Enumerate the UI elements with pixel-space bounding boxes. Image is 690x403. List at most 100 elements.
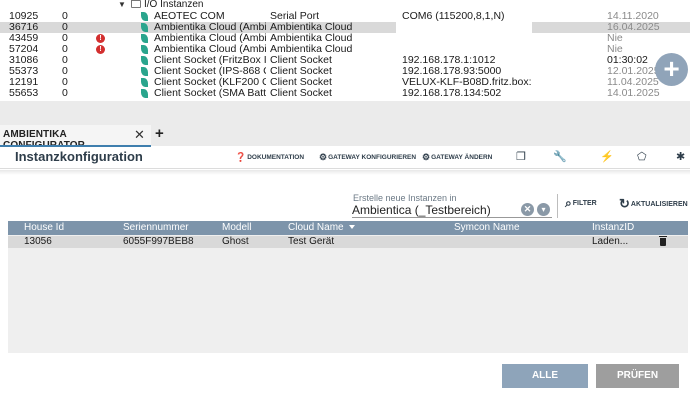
column-header-serial[interactable]: Seriennummer	[123, 222, 189, 233]
gateway-change-label: GATEWAY ÄNDERN	[431, 154, 493, 161]
tab-bar: AMBIENTIKA CONFIGURATOR ✕ +	[0, 101, 690, 151]
object-count: 0	[62, 55, 68, 66]
instance-icon	[141, 89, 148, 98]
tag-icon[interactable]: ⬠	[637, 150, 647, 163]
object-name: Ambientika Cloud (Ambie...	[154, 22, 266, 33]
tree-row[interactable]: 57204 0 Ambientika Cloud (Ambie... Ambienti…	[0, 44, 690, 55]
filter-button[interactable]: ⌕FILTER	[565, 196, 597, 211]
sort-desc-icon	[348, 225, 355, 229]
lightning-icon[interactable]: ⚡	[600, 150, 614, 163]
instance-icon	[141, 34, 148, 43]
object-id: 57204	[9, 44, 39, 55]
tree-row[interactable]: 12191 0 Client Socket (KLF200 Ga... Client …	[0, 77, 690, 88]
object-type: Ambientika Cloud	[270, 22, 353, 33]
page-header: Instanzkonfiguration ❓DOKUMENTATION ⚙GAT…	[0, 147, 690, 169]
object-name: Ambientika Cloud (Ambie...	[154, 33, 266, 44]
object-type: Serial Port	[270, 11, 320, 22]
object-last-update: Nie	[607, 33, 623, 44]
object-last-update: 14.01.2025	[607, 88, 660, 99]
refresh-button[interactable]: ↻AKTUALISIEREN	[619, 196, 688, 212]
check-button[interactable]: PRÜFEN	[596, 364, 679, 388]
divider	[557, 194, 558, 218]
table-row[interactable]: 13056 6055F997BEB8 Ghost Test Gerät Lade…	[8, 236, 688, 248]
tree-row[interactable]: 43459 0 Ambientika Cloud (Ambie... Ambienti…	[0, 33, 690, 44]
object-type: Client Socket	[270, 77, 332, 88]
bug-icon[interactable]: ✱	[676, 150, 685, 163]
search-icon: ⌕	[565, 196, 572, 210]
object-type: Ambientika Cloud	[270, 44, 353, 55]
table-header: House Id Seriennummer Modell Cloud Name …	[8, 221, 688, 235]
object-count: 0	[62, 77, 68, 88]
object-last-update: Nie	[607, 44, 623, 55]
object-config: 192.168.178.1:1012	[402, 55, 496, 66]
tree-folder-io-instances[interactable]: ▼ I/O Instanzen	[0, 0, 690, 10]
gear-icon: ⚙	[319, 152, 328, 162]
tree-row[interactable]: 31086 0 Client Socket (FritzBox IO... Clien…	[0, 55, 690, 66]
gateway-change-button[interactable]: ⚙GATEWAY ÄNDERN	[422, 152, 492, 163]
select-category-icon[interactable]: ▾	[537, 203, 550, 216]
folder-label: I/O Instanzen	[144, 0, 204, 10]
folder-icon	[131, 0, 141, 8]
tree-row[interactable]: 36716 0 Ambientika Cloud (Ambie... Ambienti…	[0, 22, 690, 33]
error-icon: !	[96, 45, 105, 54]
object-id: 55373	[9, 66, 39, 77]
column-header-house-id[interactable]: House Id	[24, 222, 64, 233]
instance-icon	[141, 23, 148, 32]
instance-icon	[141, 78, 148, 87]
object-last-update: 16.04.2025	[607, 22, 660, 33]
page-title: Instanzkonfiguration	[15, 149, 143, 164]
cell-model: Ghost	[222, 236, 249, 247]
add-tab-button[interactable]: +	[155, 125, 164, 142]
add-object-button[interactable]: +	[655, 53, 688, 86]
column-header-cloud-name-label: Cloud Name	[288, 222, 344, 233]
refresh-label: AKTUALISIEREN	[630, 201, 688, 208]
header-shadow	[0, 170, 690, 175]
gear-icon: ⚙	[422, 152, 431, 162]
object-id: 10925	[9, 11, 39, 22]
column-header-instance-id[interactable]: InstanzID	[592, 222, 634, 233]
error-icon: !	[96, 34, 105, 43]
object-type: Client Socket	[270, 66, 332, 77]
tab-ambientika-configurator[interactable]: AMBIENTIKA CONFIGURATOR ✕	[0, 125, 151, 151]
trash-icon[interactable]	[659, 236, 667, 246]
wrench-icon[interactable]: 🔧	[553, 150, 567, 163]
object-count: 0	[62, 88, 68, 99]
copy-icon[interactable]: ❐	[516, 150, 526, 163]
instance-icon	[141, 45, 148, 54]
object-config: COM6 (115200,8,1,N)	[402, 11, 505, 22]
help-icon: ❓	[235, 152, 247, 162]
filter-label: FILTER	[572, 200, 597, 207]
tree-row[interactable]: 55653 0 Client Socket (SMA Batte... Client …	[0, 88, 690, 99]
cell-cloud-name: Test Gerät	[288, 236, 335, 247]
column-header-symcon-name[interactable]: Symcon Name	[454, 222, 520, 233]
object-count: 0	[62, 33, 68, 44]
object-name: AEOTEC COM	[154, 11, 225, 22]
column-header-cloud-name[interactable]: Cloud Name	[288, 222, 355, 233]
tree-row[interactable]: 55373 0 Client Socket (IPS-868 Ga... Client…	[0, 66, 690, 77]
cell-instance-id: Laden...	[592, 236, 629, 247]
object-id: 43459	[9, 33, 39, 44]
close-icon[interactable]: ✕	[134, 127, 145, 143]
object-type: Ambientika Cloud	[270, 33, 353, 44]
object-type: Client Socket	[270, 55, 332, 66]
object-name: Client Socket (SMA Batte...	[154, 88, 266, 99]
target-category-caption: Erstelle neue Instanzen in	[353, 193, 457, 203]
object-id: 31086	[9, 55, 39, 66]
create-all-button[interactable]: ALLE ERSTELLEN	[502, 364, 588, 403]
clear-icon[interactable]: ✕	[521, 203, 534, 216]
chevron-down-icon[interactable]: ▼	[118, 0, 126, 10]
column-header-model[interactable]: Modell	[222, 222, 251, 233]
object-config: 192.168.178.134:502	[402, 88, 502, 99]
object-name: Client Socket (FritzBox IO...	[154, 55, 266, 66]
config-cell-blank	[396, 22, 532, 33]
documentation-button[interactable]: ❓DOKUMENTATION	[235, 152, 304, 163]
object-count: 0	[62, 11, 68, 22]
gateway-configure-label: GATEWAY KONFIGURIEREN	[328, 154, 417, 161]
instance-icon	[141, 67, 148, 76]
tree-row[interactable]: 10925 0 AEOTEC COM Serial Port COM6 (115200,…	[0, 11, 690, 22]
object-id: 55653	[9, 88, 39, 99]
object-name: Client Socket (IPS-868 Ga...	[154, 66, 266, 77]
cell-serial: 6055F997BEB8	[123, 236, 194, 247]
object-last-update: 14.11.2020	[607, 11, 659, 22]
gateway-configure-button[interactable]: ⚙GATEWAY KONFIGURIEREN	[319, 152, 416, 163]
